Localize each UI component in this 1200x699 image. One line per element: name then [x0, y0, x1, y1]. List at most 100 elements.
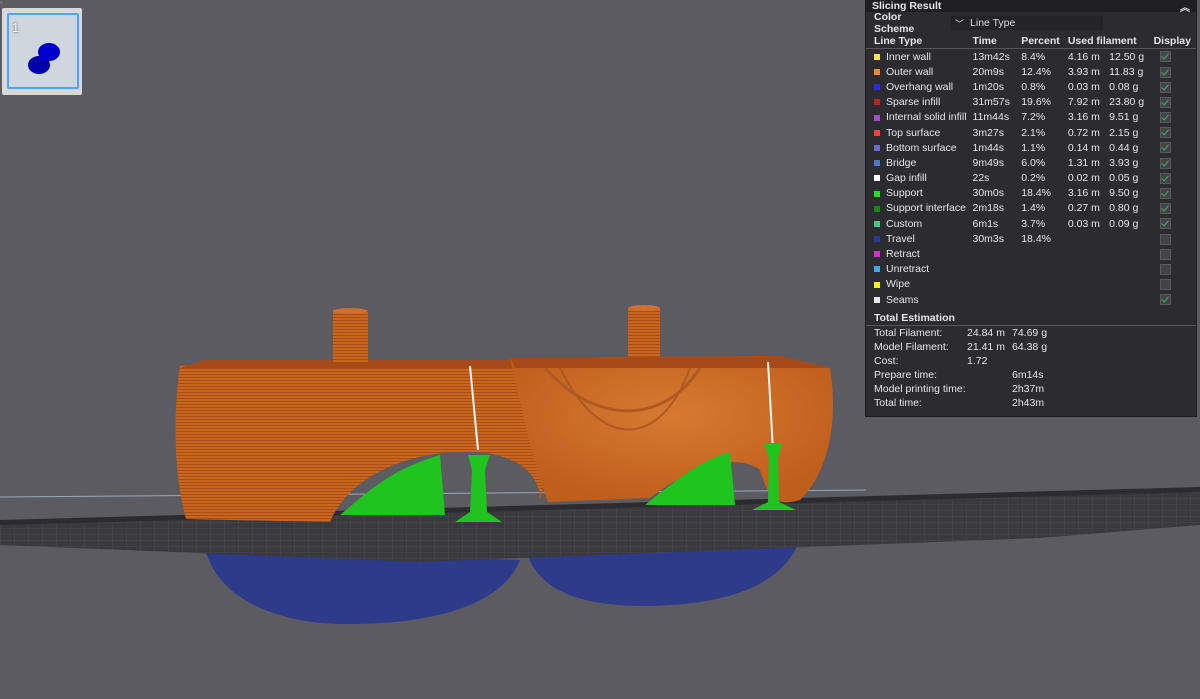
display-checkbox[interactable] [1159, 66, 1171, 78]
estimation-value-1: 24.84 m [967, 327, 1005, 340]
length-cell [1068, 246, 1109, 261]
estimation-row: Model Filament: 21.41 m 64.38 g [866, 340, 1196, 354]
display-cell [1154, 110, 1196, 125]
display-checkbox[interactable] [1159, 218, 1171, 230]
display-checkbox[interactable] [1159, 142, 1171, 154]
estimation-value-2: 6m14s [1012, 369, 1044, 382]
estimation-value-2: 74.69 g [1012, 327, 1048, 340]
display-cell [1154, 155, 1196, 170]
plate-thumbnail[interactable]: 1 [2, 8, 82, 95]
length-cell: 3.16 m [1067, 111, 1100, 124]
color-swatch [874, 84, 880, 91]
table-row: Support 30m0s 18.4% 3.16 m 9.50 g [866, 186, 1196, 201]
percent-cell: 8.4% [1021, 50, 1046, 63]
weight-cell: 3.93 g [1109, 156, 1139, 169]
plate-number: 1 [12, 20, 20, 35]
line-type-name: Bottom surface [886, 141, 957, 154]
color-swatch [874, 220, 880, 227]
table-row: Bridge 9m49s 6.0% 1.31 m 3.93 g [866, 155, 1196, 170]
color-swatch [874, 296, 880, 303]
estimation-label: Cost: [874, 355, 899, 368]
display-checkbox[interactable] [1159, 188, 1171, 199]
table-row: Travel 30m3s 18.4% [866, 231, 1196, 246]
display-cell [1154, 216, 1196, 231]
display-checkbox[interactable] [1159, 51, 1171, 63]
display-cell [1154, 95, 1196, 110]
estimation-value-2: 2h43m [1012, 397, 1045, 410]
line-type-cell: Support [866, 186, 973, 201]
table-row: Top surface 3m27s 2.1% 0.72 m 2.15 g [866, 125, 1196, 140]
percent-cell: 0.2% [1021, 172, 1046, 185]
length-cell: 0.02 m [1067, 172, 1100, 185]
total-estimation-title: Total Estimation [866, 311, 1196, 327]
line-type-cell: Overhang wall [866, 79, 973, 94]
color-swatch [874, 53, 880, 60]
display-checkbox[interactable] [1159, 233, 1171, 245]
display-cell [1154, 277, 1196, 292]
line-type-name: Support [886, 187, 923, 200]
length-cell: 0.14 m [1067, 141, 1100, 154]
display-cell [1154, 231, 1196, 246]
weight-cell [1109, 277, 1153, 292]
col-display: Display [1153, 34, 1196, 49]
color-scheme-select[interactable]: ﹀ Line Type [950, 15, 1104, 31]
line-type-cell: Custom [866, 216, 973, 231]
estimation-value-1: 21.41 m [967, 341, 1005, 354]
display-checkbox[interactable] [1159, 112, 1171, 124]
line-type-cell: Bottom surface [866, 140, 973, 155]
display-checkbox[interactable] [1159, 81, 1171, 93]
weight-cell: 23.80 g [1109, 96, 1145, 109]
collapse-icon[interactable]: ︽ [1180, 0, 1190, 14]
percent-cell: 18.4% [1021, 187, 1051, 200]
line-type-name: Custom [886, 217, 923, 230]
line-type-name: Internal solid infill [886, 111, 967, 124]
line-type-cell: Support interface [866, 201, 973, 216]
display-cell [1154, 64, 1196, 79]
percent-cell: 1.4% [1021, 202, 1046, 215]
table-row: Bottom surface 1m44s 1.1% 0.14 m 0.44 g [866, 140, 1196, 155]
percent-cell: 18.4% [1021, 232, 1051, 245]
display-cell [1154, 125, 1196, 140]
display-checkbox[interactable] [1159, 248, 1171, 260]
percent-cell [1021, 246, 1068, 261]
color-scheme-row: Color Scheme ﹀ Line Type [866, 11, 1196, 35]
display-checkbox[interactable] [1159, 96, 1171, 108]
length-cell: 7.92 m [1067, 96, 1100, 109]
line-type-name: Sparse infill [886, 96, 941, 109]
table-row: Sparse infill 31m57s 19.6% 7.92 m 23.80 g [866, 95, 1196, 110]
display-checkbox[interactable] [1159, 172, 1171, 184]
display-checkbox[interactable] [1159, 157, 1171, 169]
line-type-name: Support interface [886, 202, 966, 215]
color-swatch [874, 160, 880, 167]
col-used-filament: Used filament [1067, 34, 1154, 49]
table-row: Internal solid infill 11m44s 7.2% 3.16 m 9.5… [866, 110, 1196, 125]
display-cell [1154, 79, 1196, 94]
time-cell [973, 262, 1022, 277]
right-model-peg [628, 307, 660, 357]
percent-cell: 7.2% [1021, 111, 1046, 124]
display-cell [1154, 140, 1196, 155]
table-row: Overhang wall 1m20s 0.8% 0.03 m 0.08 g [866, 79, 1196, 94]
estimation-value-1 [967, 382, 1012, 396]
time-cell [973, 292, 1022, 307]
estimation-value-1 [967, 368, 1012, 382]
chevron-down-icon: ﹀ [955, 18, 965, 29]
percent-cell: 0.8% [1021, 80, 1046, 93]
color-swatch [874, 144, 880, 151]
time-cell: 31m57s [972, 96, 1010, 109]
table-row: Custom 6m1s 3.7% 0.03 m 0.09 g [866, 216, 1196, 231]
estimation-label: Model Filament: [874, 341, 949, 354]
percent-cell: 1.1% [1021, 141, 1046, 154]
display-checkbox[interactable] [1159, 294, 1171, 306]
percent-cell: 19.6% [1021, 96, 1051, 109]
line-type-name: Unretract [886, 263, 930, 276]
display-checkbox[interactable] [1159, 263, 1171, 275]
line-type-cell: Seams [866, 292, 973, 307]
display-checkbox[interactable] [1159, 203, 1171, 215]
table-row: Support interface 2m18s 1.4% 0.27 m 0.80 g [866, 201, 1196, 216]
display-checkbox[interactable] [1159, 279, 1171, 291]
table-row: Unretract [866, 262, 1196, 277]
total-estimation-list: Total Filament: 24.84 m 74.69 g Model Filam… [866, 326, 1196, 410]
display-checkbox[interactable] [1159, 127, 1171, 139]
color-swatch [874, 281, 880, 288]
